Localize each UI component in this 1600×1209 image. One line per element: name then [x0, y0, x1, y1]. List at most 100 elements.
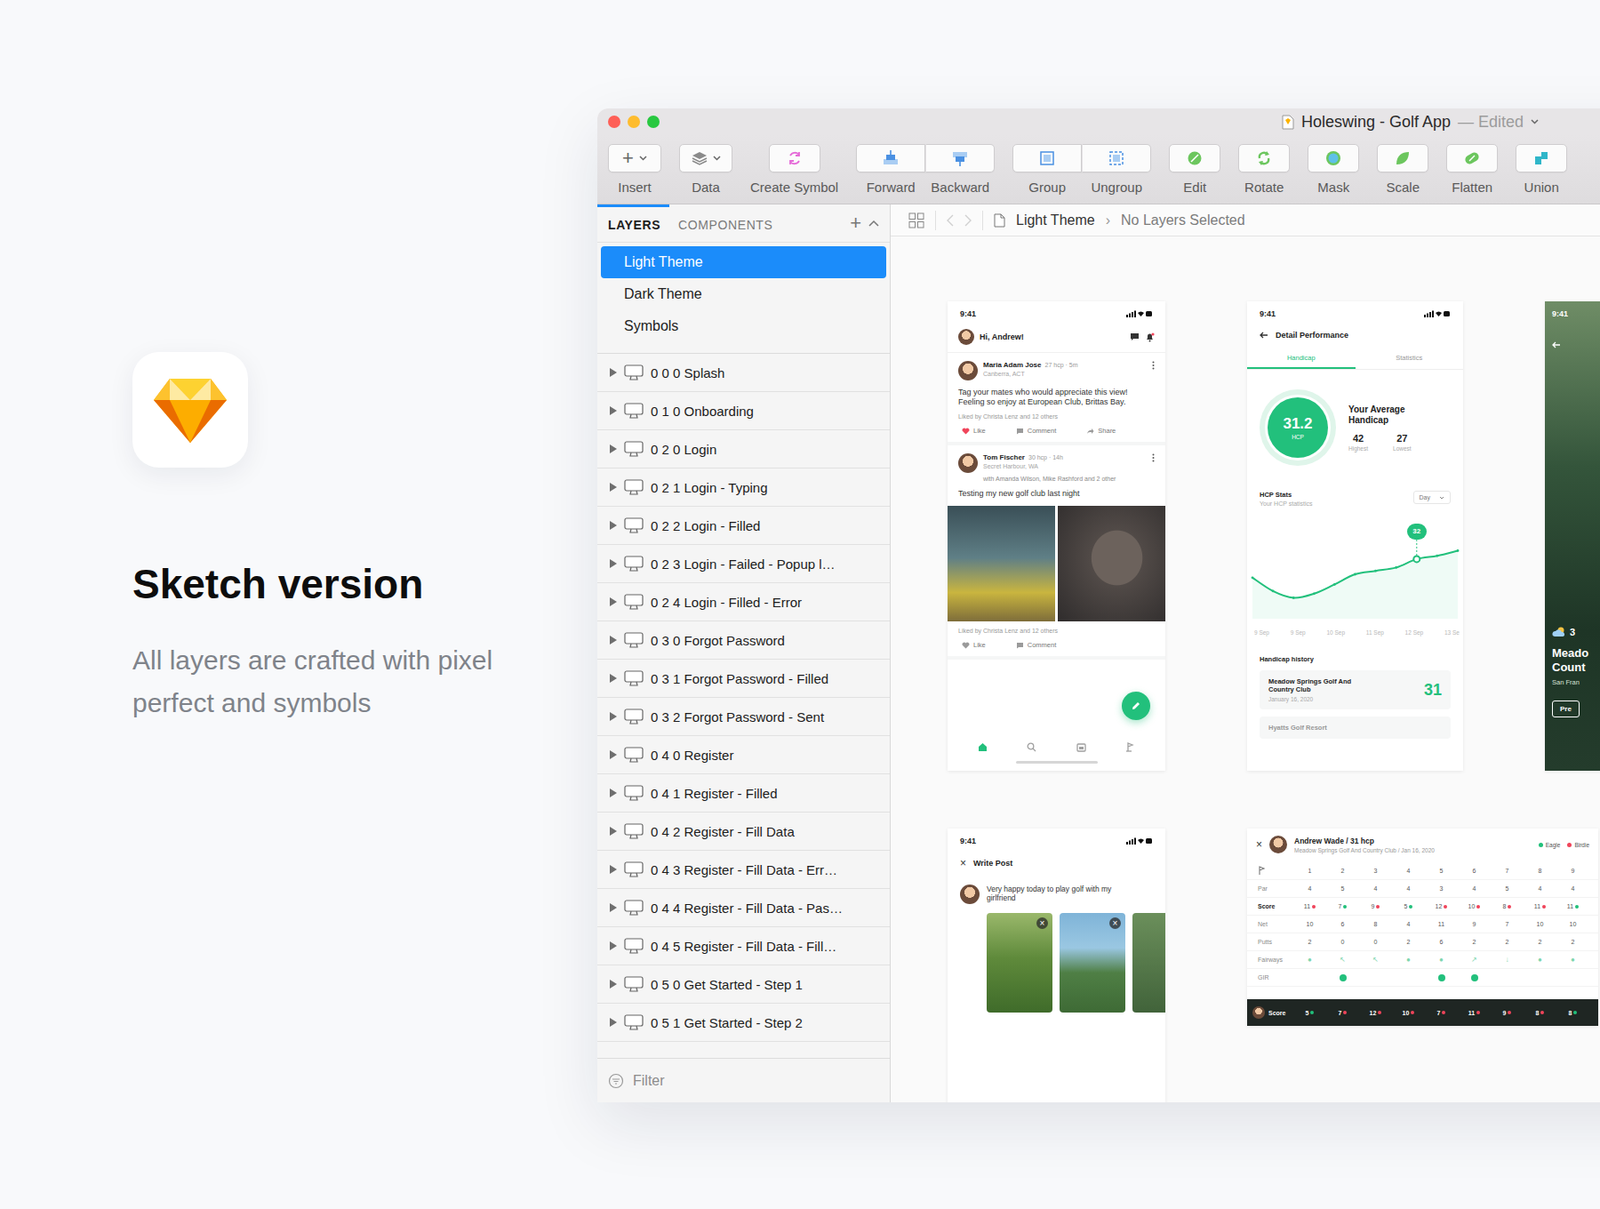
zoom-window-button[interactable] — [647, 115, 660, 128]
disclosure-triangle[interactable] — [609, 750, 617, 760]
toolbar-button[interactable]: + — [608, 144, 662, 173]
layer-row[interactable]: 0 2 0 Login — [597, 430, 890, 469]
write-post-artboard[interactable]: 9:41×Write PostVery happy today to play … — [947, 828, 1166, 1103]
back-button[interactable] — [1552, 336, 1600, 352]
add-page-button[interactable]: + — [842, 204, 869, 242]
layer-row[interactable]: 0 1 0 Onboarding — [597, 392, 890, 431]
disclosure-triangle[interactable] — [609, 406, 617, 416]
history-card[interactable]: Hyatts Golf Resort — [1259, 716, 1451, 739]
more-options-icon[interactable] — [1152, 453, 1155, 463]
toolbar-button[interactable] — [1515, 144, 1568, 173]
toolbar-button[interactable] — [1081, 144, 1152, 173]
disclosure-triangle[interactable] — [609, 903, 617, 912]
layer-row[interactable]: 0 2 4 Login - Filled - Error — [597, 583, 890, 622]
toolbar-item[interactable]: Edit — [1168, 144, 1221, 195]
post-action-button[interactable]: Like — [961, 640, 986, 649]
collapse-pages-button[interactable] — [868, 204, 890, 242]
layer-row[interactable]: 0 3 1 Forgot Password - Filled — [597, 659, 890, 698]
disclosure-triangle[interactable] — [609, 444, 617, 454]
title-menu-chevron-icon[interactable] — [1530, 119, 1539, 125]
attached-photo[interactable] — [1132, 912, 1166, 1013]
layer-row[interactable]: 0 3 0 Forgot Password — [597, 621, 890, 660]
post-action-button[interactable]: Like — [961, 426, 986, 435]
toolbar-item[interactable]: Union — [1515, 144, 1568, 195]
notification-bell-icon[interactable] — [1144, 332, 1155, 343]
toolbar-button[interactable] — [768, 144, 821, 173]
nav-item[interactable] — [1026, 742, 1037, 752]
forward-arrow-icon[interactable] — [964, 214, 972, 227]
minimize-window-button[interactable] — [627, 115, 640, 128]
toolbar-item[interactable]: Backward — [925, 144, 995, 195]
disclosure-triangle[interactable] — [609, 520, 617, 530]
layer-row[interactable]: 0 4 2 Register - Fill Data — [597, 812, 890, 851]
close-button[interactable]: × — [960, 857, 967, 869]
message-icon[interactable] — [1129, 332, 1140, 342]
history-card[interactable]: Meadow Springs Golf And Country ClubJanu… — [1259, 670, 1451, 710]
close-window-button[interactable] — [608, 115, 621, 128]
nav-item[interactable] — [1076, 742, 1087, 752]
disclosure-triangle[interactable] — [609, 1017, 617, 1027]
post-action-button[interactable]: Comment — [1016, 640, 1057, 649]
toolbar-item[interactable]: Data — [679, 144, 733, 195]
course-artboard[interactable]: 9:413MeadoCountSan FranPre — [1544, 301, 1600, 771]
attached-photo[interactable]: × — [1059, 912, 1126, 1013]
toolbar-item[interactable]: Create Symbol — [750, 144, 839, 195]
post-action-button[interactable]: Share — [1086, 426, 1116, 435]
layer-row[interactable]: 0 4 3 Register - Fill Data - Err… — [597, 850, 890, 889]
layer-row[interactable]: 0 4 4 Register - Fill Data - Pas… — [597, 888, 890, 928]
layer-row[interactable]: 0 0 0 Splash — [597, 353, 890, 392]
layer-row[interactable]: 0 2 2 Login - Filled — [597, 506, 890, 545]
disclosure-triangle[interactable] — [609, 597, 617, 607]
post-action-button[interactable]: Comment — [1016, 426, 1057, 435]
remove-photo-button[interactable]: × — [1036, 917, 1048, 929]
toolbar-button[interactable] — [1238, 144, 1290, 173]
write-post-button[interactable] — [1121, 691, 1151, 720]
photo[interactable] — [947, 505, 1056, 622]
nav-item[interactable] — [1125, 742, 1136, 752]
page-item[interactable]: Symbols — [600, 310, 887, 343]
attached-photo[interactable]: × — [986, 912, 1053, 1013]
primary-button[interactable]: Pre — [1552, 700, 1580, 718]
close-button[interactable]: × — [1256, 839, 1263, 850]
toolbar-item[interactable]: Mask — [1307, 144, 1360, 195]
nav-item[interactable] — [977, 742, 988, 752]
page-item[interactable]: Light Theme — [600, 246, 887, 279]
layer-row[interactable]: 0 4 1 Register - Filled — [597, 774, 890, 813]
layer-row[interactable]: 0 2 3 Login - Failed - Popup l… — [597, 544, 890, 584]
disclosure-triangle[interactable] — [609, 826, 617, 836]
disclosure-triangle[interactable] — [609, 712, 617, 721]
performance-artboard[interactable]: 9:41Detail PerformanceHandicapStatistics… — [1247, 301, 1464, 771]
sidebar-tab[interactable]: LAYERS — [597, 204, 670, 242]
grid-view-icon[interactable] — [908, 212, 925, 229]
toolbar-item[interactable]: Rotate — [1238, 144, 1290, 195]
toolbar-item[interactable]: Forward — [856, 144, 926, 195]
back-arrow-icon[interactable] — [1259, 331, 1269, 339]
disclosure-triangle[interactable] — [609, 559, 617, 568]
more-options-icon[interactable] — [1152, 360, 1155, 370]
disclosure-triangle[interactable] — [609, 864, 617, 874]
sidebar-tab[interactable]: COMPONENTS — [669, 204, 782, 242]
toolbar-button[interactable] — [856, 144, 926, 173]
feed-artboard[interactable]: 9:41Hi, Andrew!Maria Adam Jose27 hcp · 5… — [947, 301, 1166, 771]
post-text-input[interactable]: Very happy today to play golf with my gi… — [986, 884, 1129, 903]
layer-row[interactable]: 0 3 2 Forgot Password - Sent — [597, 697, 890, 736]
disclosure-triangle[interactable] — [609, 368, 617, 377]
scorecard-artboard[interactable]: ×Andrew Wade / 31 hcpMeadow Springs Golf… — [1247, 828, 1599, 1026]
toolbar-button[interactable] — [925, 144, 995, 173]
layer-row[interactable]: 0 5 1 Get Started - Step 2 — [597, 1003, 890, 1042]
disclosure-triangle[interactable] — [609, 635, 617, 645]
toolbar-button[interactable] — [1376, 144, 1429, 173]
disclosure-triangle[interactable] — [609, 673, 617, 683]
filter-input[interactable] — [632, 1072, 811, 1089]
toolbar-item[interactable]: Ungroup — [1081, 144, 1152, 195]
toolbar-item[interactable]: Scale — [1376, 144, 1429, 195]
toolbar-button[interactable] — [1012, 144, 1082, 173]
toolbar-item[interactable]: Group — [1012, 144, 1082, 195]
period-dropdown[interactable]: Day — [1413, 490, 1451, 504]
disclosure-triangle[interactable] — [609, 979, 617, 989]
disclosure-triangle[interactable] — [609, 482, 617, 492]
toolbar-item[interactable]: +Insert — [608, 144, 662, 195]
toolbar-button[interactable] — [1307, 144, 1360, 173]
layer-row[interactable]: 0 4 5 Register - Fill Data - Fill… — [597, 927, 890, 966]
remove-photo-button[interactable]: × — [1109, 917, 1121, 929]
